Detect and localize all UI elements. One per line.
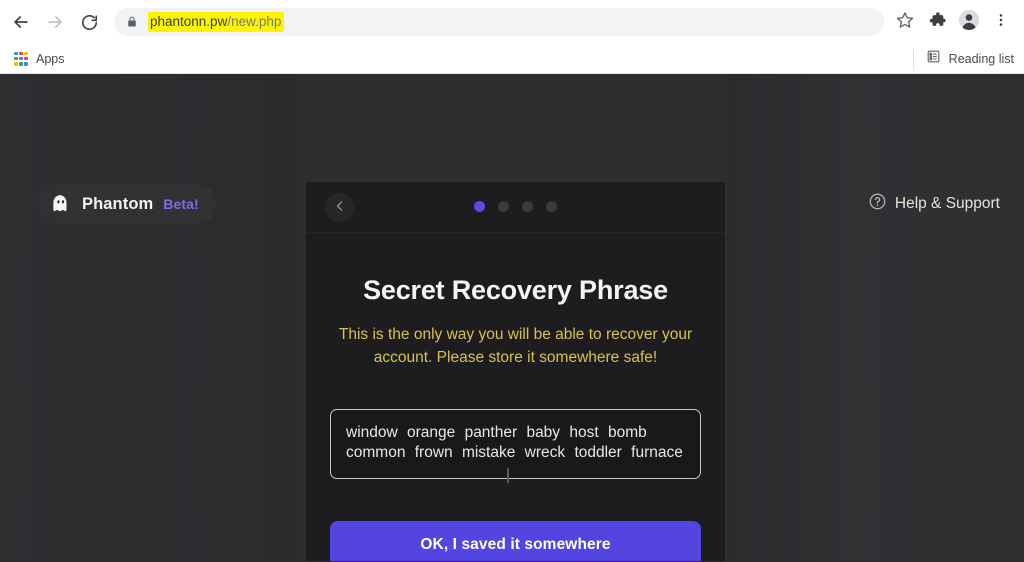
page-content: Phantom Beta! Help & Support Secret Reco… [0, 74, 1024, 561]
extensions-puzzle-icon [928, 10, 947, 34]
page-title: Secret Recovery Phrase [363, 275, 668, 305]
step-dot-4[interactable] [546, 201, 557, 212]
seed-phrase-words: window orange panther baby host bomb com… [346, 424, 683, 461]
browser-toolbar: phantonn.pw/new.php [0, 0, 1024, 44]
help-support-link[interactable]: Help & Support [869, 193, 1000, 215]
phantom-brand-name: Phantom [82, 194, 154, 213]
toolbar-actions [890, 7, 1016, 37]
modal-header [306, 182, 725, 233]
extensions-button[interactable] [922, 7, 952, 37]
question-circle-icon [869, 193, 886, 215]
arrow-left-icon [11, 12, 31, 32]
url-text: phantonn.pw/new.php [148, 12, 285, 32]
lock-icon [126, 15, 138, 29]
step-dot-2[interactable] [498, 201, 509, 212]
warning-text: This is the only way you will be able to… [338, 326, 693, 366]
url-path: /new.php [227, 14, 282, 29]
browser-chrome: phantonn.pw/new.php Apps Reading list [0, 0, 1024, 74]
phantom-brand[interactable]: Phantom Beta! [38, 184, 217, 224]
confirm-saved-button[interactable]: OK, I saved it somewhere [330, 521, 701, 561]
reading-list-icon [926, 49, 941, 69]
step-dot-1[interactable] [474, 201, 485, 212]
reading-list-button[interactable]: Reading list [912, 48, 1014, 69]
bookmark-star-button[interactable] [890, 7, 920, 37]
modal-body: Secret Recovery Phrase This is the only … [306, 233, 725, 561]
phantom-beta-badge: Beta! [163, 196, 199, 212]
address-bar[interactable]: phantonn.pw/new.php [114, 8, 884, 36]
chrome-menu-icon [993, 12, 1009, 33]
apps-grid-icon [14, 51, 28, 66]
profile-avatar-icon [958, 9, 980, 36]
help-support-label: Help & Support [894, 195, 1000, 212]
profile-button[interactable] [954, 7, 984, 37]
reload-icon [80, 13, 99, 32]
reading-list-label: Reading list [948, 51, 1014, 66]
chrome-menu-button[interactable] [986, 7, 1016, 37]
seed-phrase-box[interactable]: window orange panther baby host bomb com… [330, 409, 701, 483]
url-domain: phantonn.pw [150, 14, 228, 29]
step-indicator [306, 201, 725, 212]
phantom-ghost-icon [50, 193, 72, 215]
bookmark-apps-label: Apps [36, 51, 65, 66]
forward-button[interactable] [40, 7, 70, 37]
text-cursor-icon [507, 468, 509, 483]
bookmark-star-icon [896, 11, 914, 34]
bookmarks-bar: Apps Reading list [0, 44, 1024, 74]
bookmark-apps[interactable]: Apps [8, 50, 71, 68]
arrow-right-icon [45, 12, 65, 32]
onboarding-modal: Secret Recovery Phrase This is the only … [306, 182, 725, 561]
back-button[interactable] [6, 7, 36, 37]
reload-button[interactable] [74, 7, 104, 37]
step-dot-3[interactable] [522, 201, 533, 212]
